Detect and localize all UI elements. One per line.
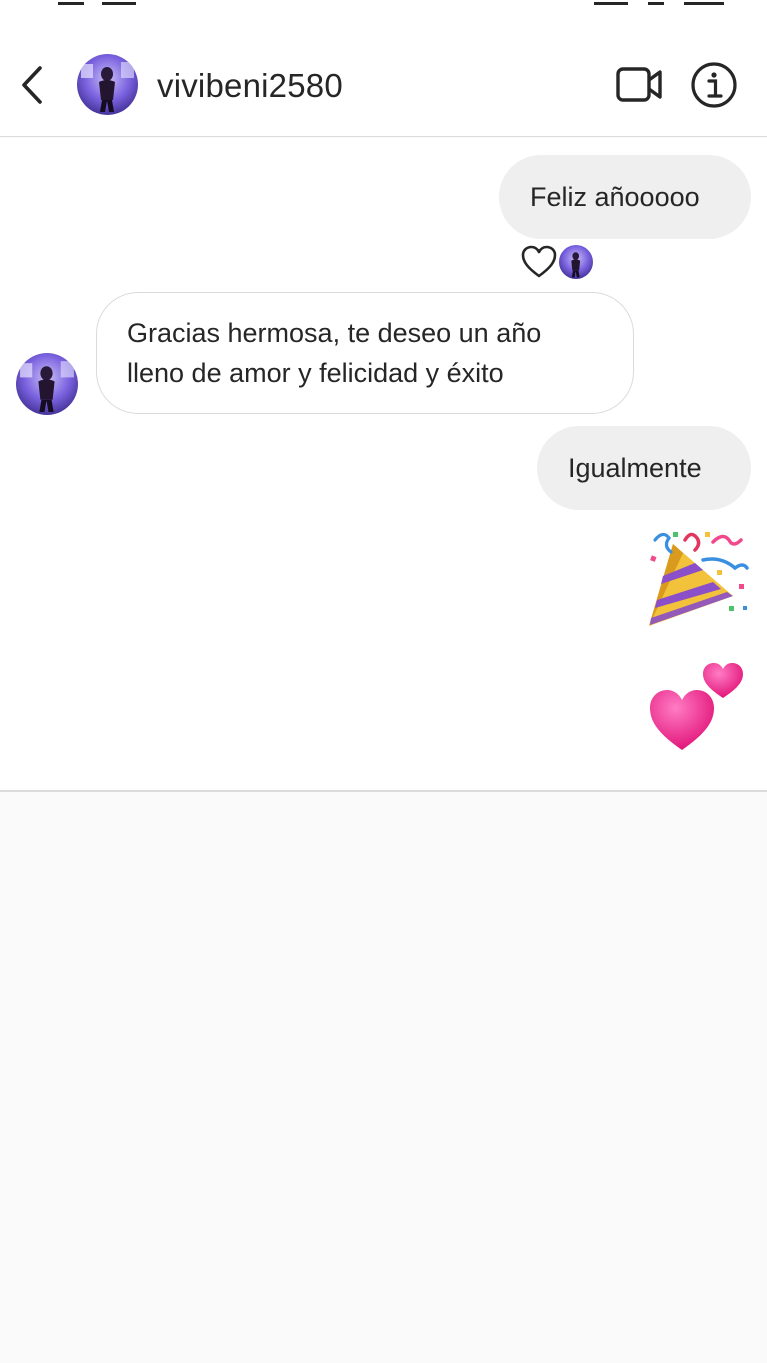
chevron-left-icon [22,66,42,104]
message-text: Feliz añooooo [530,182,700,212]
signal-icon [594,0,628,5]
message-text: Igualmente [568,453,702,483]
heart-icon[interactable] [520,244,558,280]
message-text-line: lleno de amor y felicidad y éxito [127,358,504,388]
conversation-info-button[interactable] [688,59,740,111]
username[interactable]: vivibeni2580 [157,64,343,108]
battery-icon [684,0,724,5]
message-thread: Feliz añooooo Gracias hermosa, te deseo … [0,138,767,792]
avatar[interactable] [77,54,138,115]
message-bubble-received[interactable]: Gracias hermosa, te deseo un año lleno d… [96,292,634,414]
message-bubble-sent[interactable]: Feliz añooooo [499,155,751,239]
video-call-button[interactable] [612,62,668,108]
wifi-icon [648,0,664,5]
status-clock-fragment [102,0,136,5]
reaction-avatar [559,245,593,279]
info-icon [691,62,737,108]
message-text-line: Gracias hermosa, te deseo un año [127,318,542,348]
status-clock-fragment [58,0,84,5]
empty-area [0,792,767,1363]
back-button[interactable] [12,60,52,110]
status-bar [0,0,767,8]
message-bubble-sent[interactable]: Igualmente [537,426,751,510]
dm-screen: vivibeni2580 Feliz añooooo Gracias hermo… [0,0,767,1363]
profile-photo [77,54,138,115]
sender-avatar[interactable] [16,353,78,415]
chat-header: vivibeni2580 [0,0,767,137]
two-hearts-icon[interactable] [645,650,749,754]
party-popper-icon[interactable] [643,526,751,630]
video-camera-icon [616,67,662,102]
